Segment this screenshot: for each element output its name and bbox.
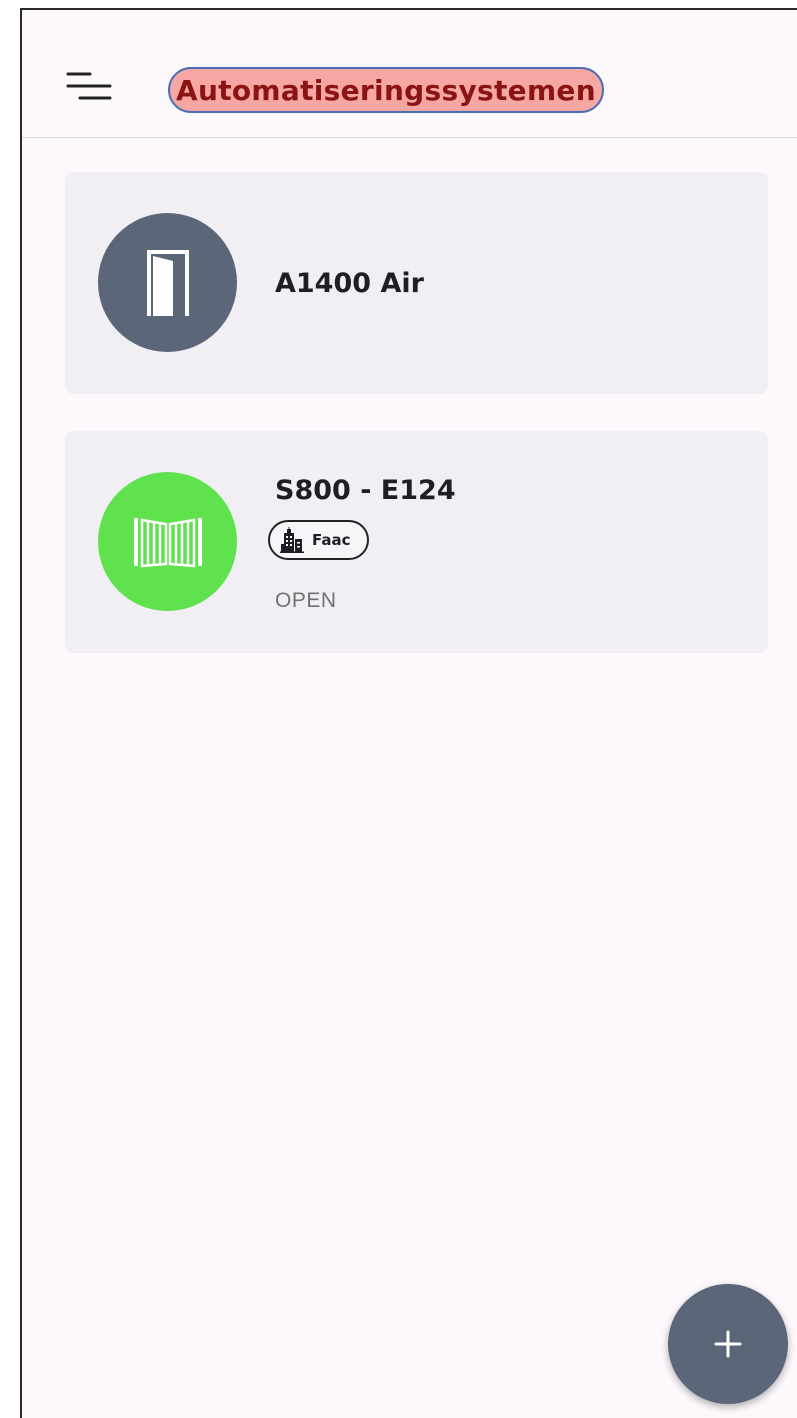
app-header: Automatiseringssystemen bbox=[22, 10, 797, 138]
page-title: Automatiseringssystemen bbox=[176, 73, 596, 107]
menu-lines-icon bbox=[66, 72, 112, 100]
app-screen: Automatiseringssystemen A1400 Air S800 -… bbox=[20, 8, 797, 1418]
device-avatar bbox=[98, 472, 237, 611]
device-name: A1400 Air bbox=[275, 268, 424, 299]
add-device-button[interactable] bbox=[668, 1284, 788, 1404]
brand-label: Faac bbox=[312, 531, 351, 549]
folding-gate-icon bbox=[133, 517, 202, 567]
device-card-s800-e124[interactable]: S800 - E124 Faac OPEN bbox=[65, 431, 768, 653]
door-icon bbox=[146, 249, 189, 316]
brand-chip[interactable]: Faac bbox=[268, 520, 369, 560]
page-title-highlight: Automatiseringssystemen bbox=[168, 67, 604, 113]
device-card-a1400-air[interactable]: A1400 Air bbox=[65, 172, 768, 394]
device-avatar bbox=[98, 213, 237, 352]
menu-button[interactable] bbox=[64, 66, 114, 110]
device-name: S800 - E124 bbox=[275, 475, 456, 506]
building-icon bbox=[280, 527, 304, 553]
plus-icon bbox=[714, 1330, 742, 1358]
status-text: OPEN bbox=[275, 589, 337, 612]
